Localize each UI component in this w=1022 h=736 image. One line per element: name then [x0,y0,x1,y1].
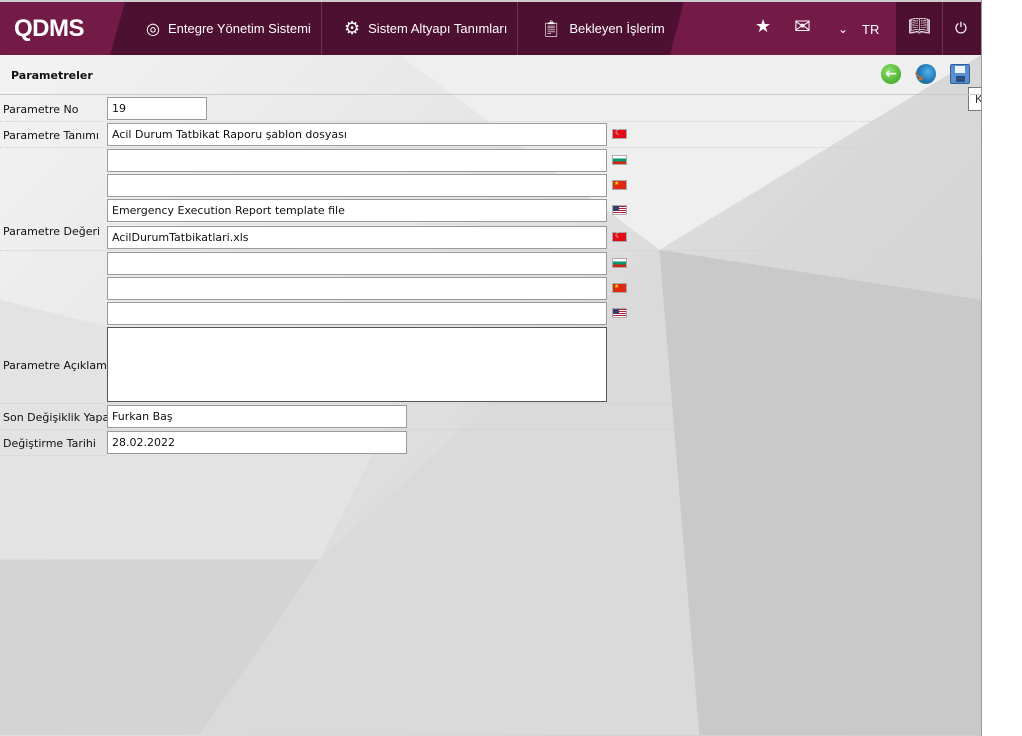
label-degistirme-tarihi: Değiştirme Tarihi [3,437,96,450]
save-tooltip: Kaydet [968,87,981,111]
page-title: Parametreler [11,69,93,82]
china-flag-icon [612,180,627,190]
nav-bekleyen-islerim[interactable]: 📋︎ Bekleyen İşlerim [541,2,665,55]
gear-icon: ⚙ [344,18,361,38]
nav-sistem-altyapi[interactable]: ⚙ Sistem Altyapı Tanımları [344,2,507,55]
tanim-en-input[interactable]: Emergency Execution Report template file [107,199,607,222]
china-flag-icon [612,283,627,293]
aciklama-textarea[interactable] [107,327,607,402]
language-selector[interactable]: TR [862,22,879,37]
star-icon[interactable]: ★ [755,16,771,37]
manual-book-icon[interactable]: 📖︎ [908,16,931,37]
qdms-logo[interactable]: QDMS [0,2,125,55]
bulgaria-flag-icon [612,155,627,165]
power-icon[interactable]: ⏻ [955,19,967,37]
deger-en-input[interactable] [107,302,607,325]
arrow-icon: ➘ [913,69,925,85]
turkey-flag-icon [612,231,627,242]
label-parametre-tanimi: Parametre Tanımı [3,129,99,142]
app-window: QDMS ◎ Entegre Yönetim Sistemi ⚙ Sistem Al… [0,0,982,736]
label-son-degisiklik: Son Değişiklik Yapan [3,411,117,424]
tanim-bg-input[interactable] [107,149,607,172]
tanim-cn-input[interactable] [107,174,607,197]
deger-cn-input[interactable] [107,277,607,300]
bulgaria-flag-icon [612,258,627,268]
chevron-down-icon[interactable]: ⌄ [838,22,848,36]
globe-language-button[interactable]: ➘ [913,64,936,85]
save-button[interactable] [950,64,970,84]
parametre-no-input[interactable]: 19 [107,97,207,120]
degistirme-tarihi-input[interactable]: 28.02.2022 [107,431,407,454]
mail-icon[interactable]: ✉ [794,14,811,38]
back-button[interactable]: ← [881,64,901,84]
son-degisiklik-input[interactable]: Furkan Baş [107,405,407,428]
top-nav-bar: QDMS ◎ Entegre Yönetim Sistemi ⚙ Sistem Al… [0,0,981,55]
deger-bg-input[interactable] [107,252,607,275]
label-parametre-no: Parametre No [3,103,79,116]
us-flag-icon [612,308,627,318]
clipboard-icon: 📋︎ [541,20,562,38]
q-icon: ◎ [146,20,160,38]
nav-entegre-yonetim[interactable]: ◎ Entegre Yönetim Sistemi [146,2,311,55]
tanim-tr-input[interactable]: Acil Durum Tatbikat Raporu şablon dosyas… [107,123,607,146]
us-flag-icon [612,205,627,215]
label-parametre-aciklamasi: Parametre Açıklaması [3,359,123,372]
deger-tr-input[interactable]: AcilDurumTatbikatlari.xls [107,226,607,249]
label-parametre-degeri: Parametre Değeri [3,225,101,238]
turkey-flag-icon [612,128,627,139]
